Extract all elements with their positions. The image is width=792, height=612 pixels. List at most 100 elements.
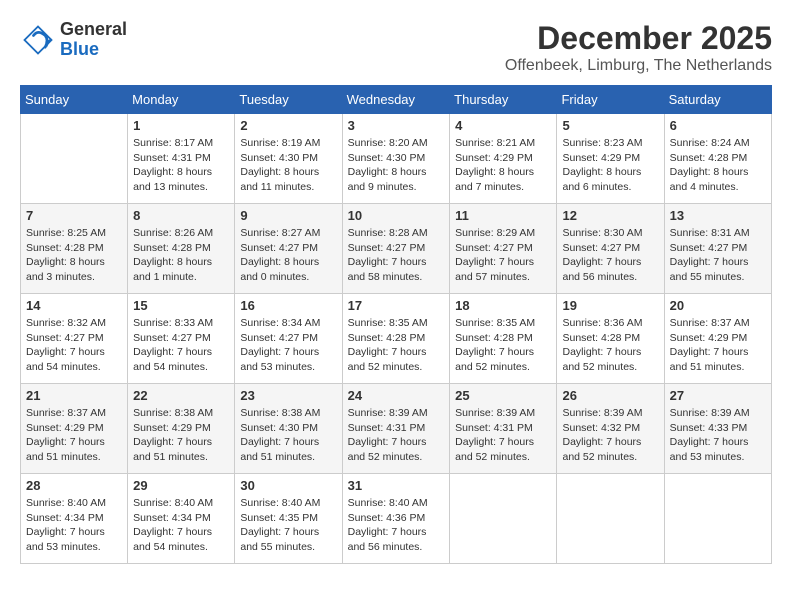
day-info: Sunrise: 8:35 AM Sunset: 4:28 PM Dayligh… [348,316,445,375]
calendar-cell: 7 Sunrise: 8:25 AM Sunset: 4:28 PM Daylig… [21,204,128,294]
logo-icon [20,22,56,58]
calendar-week-row: 1Sunrise: 8:17 AM Sunset: 4:31 PM Daylig… [21,114,772,204]
day-info: Sunrise: 8:19 AM Sunset: 4:30 PM Dayligh… [240,136,336,195]
day-info: Sunrise: 8:39 AM Sunset: 4:31 PM Dayligh… [348,406,445,465]
calendar-week-row: 7 Sunrise: 8:25 AM Sunset: 4:28 PM Daylig… [21,204,772,294]
day-info: Sunrise: 8:40 AM Sunset: 4:35 PM Dayligh… [240,496,336,555]
day-header-sunday: Sunday [21,86,128,114]
calendar-cell: 20 Sunrise: 8:37 AM Sunset: 4:29 PM Dayli… [664,294,771,384]
day-info: Sunrise: 8:26 AM Sunset: 4:28 PM Dayligh… [133,226,229,285]
day-number: 30 [240,478,336,493]
calendar-cell: 4 Sunrise: 8:21 AM Sunset: 4:29 PM Daylig… [450,114,557,204]
calendar-cell: 9Sunrise: 8:27 AM Sunset: 4:27 PM Daylig… [235,204,342,294]
day-header-monday: Monday [128,86,235,114]
day-header-wednesday: Wednesday [342,86,450,114]
day-info: Sunrise: 8:21 AM Sunset: 4:29 PM Dayligh… [455,136,551,195]
calendar-week-row: 28Sunrise: 8:40 AM Sunset: 4:34 PM Dayli… [21,474,772,564]
day-number: 27 [670,388,766,403]
day-number: 7 [26,208,122,223]
day-info: Sunrise: 8:28 AM Sunset: 4:27 PM Dayligh… [348,226,445,285]
day-header-thursday: Thursday [450,86,557,114]
calendar-cell [557,474,664,564]
day-number: 24 [348,388,445,403]
day-number: 25 [455,388,551,403]
location-text: Offenbeek, Limburg, The Netherlands [505,57,772,75]
day-number: 21 [26,388,122,403]
day-info: Sunrise: 8:38 AM Sunset: 4:30 PM Dayligh… [240,406,336,465]
day-number: 11 [455,208,551,223]
calendar-cell: 23Sunrise: 8:38 AM Sunset: 4:30 PM Dayli… [235,384,342,474]
day-header-saturday: Saturday [664,86,771,114]
day-number: 6 [670,118,766,133]
day-info: Sunrise: 8:24 AM Sunset: 4:28 PM Dayligh… [670,136,766,195]
day-header-tuesday: Tuesday [235,86,342,114]
calendar-cell: 29Sunrise: 8:40 AM Sunset: 4:34 PM Dayli… [128,474,235,564]
calendar-cell: 12 Sunrise: 8:30 AM Sunset: 4:27 PM Dayli… [557,204,664,294]
calendar-header-row: SundayMondayTuesdayWednesdayThursdayFrid… [21,86,772,114]
day-info: Sunrise: 8:29 AM Sunset: 4:27 PM Dayligh… [455,226,551,285]
day-number: 20 [670,298,766,313]
calendar-cell: 30 Sunrise: 8:40 AM Sunset: 4:35 PM Dayli… [235,474,342,564]
day-number: 28 [26,478,122,493]
calendar-cell: 15Sunrise: 8:33 AM Sunset: 4:27 PM Dayli… [128,294,235,384]
calendar-cell: 28Sunrise: 8:40 AM Sunset: 4:34 PM Dayli… [21,474,128,564]
calendar-cell: 10 Sunrise: 8:28 AM Sunset: 4:27 PM Dayli… [342,204,450,294]
calendar-cell: 19 Sunrise: 8:36 AM Sunset: 4:28 PM Dayli… [557,294,664,384]
calendar-week-row: 21 Sunrise: 8:37 AM Sunset: 4:29 PM Dayli… [21,384,772,474]
day-info: Sunrise: 8:25 AM Sunset: 4:28 PM Dayligh… [26,226,122,285]
day-number: 10 [348,208,445,223]
day-number: 9 [240,208,336,223]
logo: General Blue [20,20,127,60]
title-block: December 2025 Offenbeek, Limburg, The Ne… [505,20,772,75]
day-info: Sunrise: 8:20 AM Sunset: 4:30 PM Dayligh… [348,136,445,195]
calendar-cell: 6 Sunrise: 8:24 AM Sunset: 4:28 PM Daylig… [664,114,771,204]
calendar-cell: 25 Sunrise: 8:39 AM Sunset: 4:31 PM Dayli… [450,384,557,474]
calendar-cell [664,474,771,564]
day-number: 18 [455,298,551,313]
day-info: Sunrise: 8:36 AM Sunset: 4:28 PM Dayligh… [562,316,658,375]
logo-blue-text: Blue [60,40,127,60]
day-info: Sunrise: 8:39 AM Sunset: 4:32 PM Dayligh… [562,406,658,465]
calendar-table: SundayMondayTuesdayWednesdayThursdayFrid… [20,85,772,564]
calendar-cell: 27Sunrise: 8:39 AM Sunset: 4:33 PM Dayli… [664,384,771,474]
calendar-week-row: 14 Sunrise: 8:32 AM Sunset: 4:27 PM Dayli… [21,294,772,384]
day-number: 12 [562,208,658,223]
month-title: December 2025 [505,20,772,57]
calendar-cell [450,474,557,564]
page-header: General Blue December 2025 Offenbeek, Li… [20,20,772,75]
day-info: Sunrise: 8:39 AM Sunset: 4:31 PM Dayligh… [455,406,551,465]
calendar-cell: 5Sunrise: 8:23 AM Sunset: 4:29 PM Daylig… [557,114,664,204]
day-info: Sunrise: 8:37 AM Sunset: 4:29 PM Dayligh… [26,406,122,465]
day-info: Sunrise: 8:38 AM Sunset: 4:29 PM Dayligh… [133,406,229,465]
day-number: 8 [133,208,229,223]
calendar-cell: 14 Sunrise: 8:32 AM Sunset: 4:27 PM Dayli… [21,294,128,384]
day-info: Sunrise: 8:32 AM Sunset: 4:27 PM Dayligh… [26,316,122,375]
day-number: 19 [562,298,658,313]
day-info: Sunrise: 8:37 AM Sunset: 4:29 PM Dayligh… [670,316,766,375]
day-number: 31 [348,478,445,493]
day-info: Sunrise: 8:40 AM Sunset: 4:36 PM Dayligh… [348,496,445,555]
day-info: Sunrise: 8:23 AM Sunset: 4:29 PM Dayligh… [562,136,658,195]
day-number: 16 [240,298,336,313]
day-number: 4 [455,118,551,133]
day-number: 26 [562,388,658,403]
calendar-cell: 13Sunrise: 8:31 AM Sunset: 4:27 PM Dayli… [664,204,771,294]
day-info: Sunrise: 8:34 AM Sunset: 4:27 PM Dayligh… [240,316,336,375]
calendar-cell: 26 Sunrise: 8:39 AM Sunset: 4:32 PM Dayli… [557,384,664,474]
calendar-cell: 8 Sunrise: 8:26 AM Sunset: 4:28 PM Daylig… [128,204,235,294]
calendar-cell: 21 Sunrise: 8:37 AM Sunset: 4:29 PM Dayli… [21,384,128,474]
calendar-cell: 3 Sunrise: 8:20 AM Sunset: 4:30 PM Daylig… [342,114,450,204]
day-number: 2 [240,118,336,133]
day-number: 22 [133,388,229,403]
calendar-cell: 1Sunrise: 8:17 AM Sunset: 4:31 PM Daylig… [128,114,235,204]
calendar-cell [21,114,128,204]
calendar-cell: 17Sunrise: 8:35 AM Sunset: 4:28 PM Dayli… [342,294,450,384]
day-info: Sunrise: 8:30 AM Sunset: 4:27 PM Dayligh… [562,226,658,285]
day-number: 14 [26,298,122,313]
logo-general-text: General [60,20,127,40]
calendar-cell: 2 Sunrise: 8:19 AM Sunset: 4:30 PM Daylig… [235,114,342,204]
day-number: 3 [348,118,445,133]
day-info: Sunrise: 8:35 AM Sunset: 4:28 PM Dayligh… [455,316,551,375]
day-header-friday: Friday [557,86,664,114]
day-number: 15 [133,298,229,313]
